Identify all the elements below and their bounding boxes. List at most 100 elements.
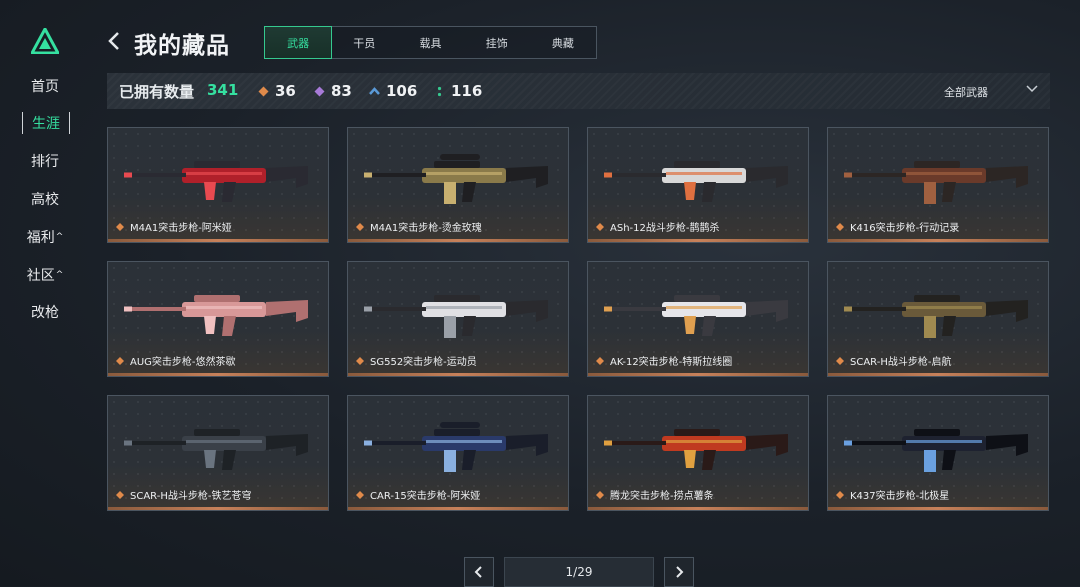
weapon-caption: SCAR-H战斗步枪-启航 (836, 353, 951, 368)
weapon-name: ASh-12战斗步枪-鹊鹊杀 (610, 223, 720, 234)
blue-chevron-icon (369, 86, 380, 95)
sidebar-item-label: 生涯 (32, 116, 60, 132)
collection-grid: M4A1突击步枪-阿米娅 M4A1突击步枪-烫金玫瑰 ASh-12战斗步枪-鹊鹊杀 K… (107, 127, 1051, 513)
tab-0[interactable]: 武器 (264, 26, 333, 59)
weapon-name: K437突击步枪-北极星 (850, 491, 950, 502)
rarity-diamond-icon (116, 222, 124, 231)
owned-stats-bar: 已拥有数量 341 36 83 106 116 全部武器 (107, 73, 1050, 109)
weapon-card[interactable]: M4A1突击步枪-烫金玫瑰 (347, 127, 569, 243)
weapon-caption: CAR-15突击步枪-阿米娅 (356, 487, 480, 502)
sidebar-item-3[interactable]: 高校 (22, 188, 68, 210)
owned-count-total: 341 (207, 81, 239, 99)
weapon-name: AUG突击步枪-悠然茶歇 (130, 357, 236, 368)
expand-caret-icon: ^ (55, 232, 64, 242)
weapon-caption: K437突击步枪-北极星 (836, 487, 949, 502)
weapon-caption: AUG突击步枪-悠然茶歇 (116, 353, 236, 368)
weapon-card[interactable]: M4A1突击步枪-阿米娅 (107, 127, 329, 243)
sidebar-item-1[interactable]: 生涯 (22, 112, 70, 134)
sidebar-item-label: 首页 (31, 79, 59, 95)
sidebar-item-label: 排行 (31, 154, 59, 170)
weapon-skin-image (124, 295, 308, 336)
rarity-count-value: 116 (451, 82, 483, 100)
chevron-right-icon (676, 566, 684, 578)
weapon-skin-image (604, 295, 788, 336)
weapon-name: M4A1突击步枪-阿米娅 (130, 223, 232, 234)
chevron-down-icon[interactable] (1026, 85, 1038, 93)
weapon-name: 腾龙突击步枪-捞点薯条 (610, 491, 714, 502)
tab-3[interactable]: 挂饰 (464, 27, 530, 58)
weapon-card[interactable]: K437突击步枪-北极星 (827, 395, 1049, 511)
tab-2[interactable]: 载具 (397, 27, 463, 58)
weapon-skin-image (604, 429, 788, 470)
rarity-count: 106 (369, 82, 417, 100)
rarity-count: 36 (258, 82, 296, 100)
weapon-card[interactable]: K416突击步枪-行动记录 (827, 127, 1049, 243)
weapon-name: SCAR-H战斗步枪-铁艺苍穹 (130, 491, 252, 502)
weapon-skin-image (124, 161, 308, 202)
weapon-card[interactable]: AUG突击步枪-悠然茶歇 (107, 261, 329, 377)
tab-4[interactable]: 典藏 (530, 27, 596, 58)
weapon-skin-image (364, 422, 548, 472)
weapon-skin-image (844, 161, 1028, 204)
rarity-count-value: 36 (275, 82, 296, 100)
app-logo-icon[interactable] (31, 28, 59, 54)
weapon-skin-image (844, 295, 1028, 338)
sidebar-item-label: 高校 (31, 192, 59, 208)
rarity-diamond-icon (596, 356, 604, 365)
owned-count-label: 已拥有数量 (119, 83, 195, 101)
tab-1[interactable]: 干员 (331, 27, 397, 58)
green-dots-icon (437, 86, 442, 96)
weapon-name: CAR-15突击步枪-阿米娅 (370, 491, 481, 502)
orange-diamond-icon (258, 86, 269, 96)
weapon-skin-image (364, 295, 548, 338)
rarity-diamond-icon (356, 356, 364, 365)
pagination: 1/29 (0, 557, 1080, 587)
page-title: 我的藏品 (134, 33, 230, 59)
weapon-card[interactable]: ASh-12战斗步枪-鹊鹊杀 (587, 127, 809, 243)
rarity-diamond-icon (116, 490, 124, 499)
weapon-name: SCAR-H战斗步枪-启航 (850, 357, 952, 368)
prev-page-button[interactable] (464, 557, 494, 587)
weapon-caption: M4A1突击步枪-阿米娅 (116, 219, 232, 234)
weapon-skin-image (364, 154, 548, 204)
sidebar-item-5[interactable]: 社区 ^ (22, 264, 68, 286)
expand-caret-icon: ^ (55, 270, 64, 280)
back-arrow-icon[interactable] (107, 30, 121, 52)
next-page-button[interactable] (664, 557, 694, 587)
weapon-name: M4A1突击步枪-烫金玫瑰 (370, 223, 482, 234)
weapon-caption: M4A1突击步枪-烫金玫瑰 (356, 219, 482, 234)
rarity-diamond-icon (836, 490, 844, 499)
rarity-diamond-icon (836, 356, 844, 365)
sidebar-item-label: 改枪 (31, 305, 59, 321)
weapon-caption: SCAR-H战斗步枪-铁艺苍穹 (116, 487, 251, 502)
weapon-caption: 腾龙突击步枪-捞点薯条 (596, 487, 714, 502)
sidebar-item-label: 社区 (26, 268, 55, 284)
rarity-count: 116 (434, 82, 482, 100)
weapon-caption: K416突击步枪-行动记录 (836, 219, 959, 234)
weapon-skin-image (124, 429, 308, 470)
rarity-diamond-icon (836, 222, 844, 231)
weapon-name: SG552突击步枪-运动员 (370, 357, 477, 368)
weapon-card[interactable]: 腾龙突击步枪-捞点薯条 (587, 395, 809, 511)
sidebar-item-4[interactable]: 福利 ^ (22, 226, 68, 248)
weapon-card[interactable]: SG552突击步枪-运动员 (347, 261, 569, 377)
weapon-card[interactable]: SCAR-H战斗步枪-启航 (827, 261, 1049, 377)
sidebar-item-6[interactable]: 改枪 (22, 301, 68, 323)
rarity-diamond-icon (596, 490, 604, 499)
weapon-card[interactable]: SCAR-H战斗步枪-铁艺苍穹 (107, 395, 329, 511)
weapon-name: K416突击步枪-行动记录 (850, 223, 960, 234)
rarity-count: 83 (314, 82, 352, 100)
rarity-diamond-icon (596, 222, 604, 231)
weapon-skin-image (844, 429, 1028, 472)
weapon-caption: SG552突击步枪-运动员 (356, 353, 477, 368)
weapon-card[interactable]: CAR-15突击步枪-阿米娅 (347, 395, 569, 511)
sidebar-item-0[interactable]: 首页 (22, 75, 68, 97)
sidebar-item-2[interactable]: 排行 (22, 150, 68, 172)
rarity-diamond-icon (356, 222, 364, 231)
weapon-caption: ASh-12战斗步枪-鹊鹊杀 (596, 219, 719, 234)
weapon-filter-dropdown[interactable]: 全部武器 (944, 84, 988, 100)
category-tabs: 武器 干员 载具 挂饰 典藏 (264, 26, 597, 59)
weapon-card[interactable]: AK-12突击步枪-特斯拉线圈 (587, 261, 809, 377)
rarity-count-value: 106 (386, 82, 418, 100)
weapon-skin-image (604, 161, 788, 202)
